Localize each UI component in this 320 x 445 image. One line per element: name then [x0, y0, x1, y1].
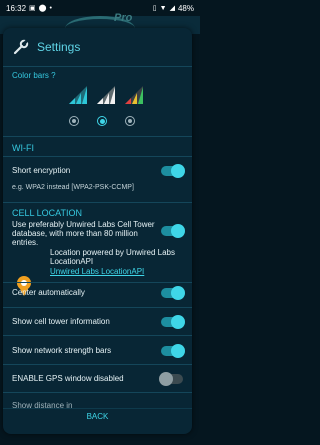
- color-bars-label: Color bars ?: [12, 71, 56, 80]
- gps-window-toggle[interactable]: [159, 372, 183, 386]
- cell-tower-info-toggle[interactable]: [161, 315, 185, 329]
- section-wifi: WI-FI: [12, 143, 34, 153]
- section-cell-location: CELL LOCATION: [12, 208, 83, 218]
- page-title: Settings: [37, 40, 81, 54]
- notification-icon: ⬤: [38, 5, 47, 12]
- encryption-example: e.g. WPA2 instead [WPA2-PSK-CCMP]: [12, 184, 134, 191]
- center-automatically-label: Center automatically: [12, 288, 85, 297]
- color-bars-radio-group: [69, 116, 135, 126]
- settings-dialog: Settings Color bars ? WI-FI Short encryp…: [3, 28, 192, 434]
- status-bar: 16:32 ▣ ⬤ • ▯ ▼ ◢ 48%: [0, 0, 200, 16]
- vibrate-icon: ▯: [152, 5, 157, 12]
- signal-bars-rainbow-icon[interactable]: [123, 84, 145, 106]
- battery-percent: 48%: [177, 3, 194, 13]
- signal-icon: ◢: [169, 5, 175, 12]
- short-encryption-label: Short encryption: [12, 166, 71, 175]
- divider: [3, 282, 192, 283]
- clock: 16:32: [6, 3, 27, 13]
- dialog-header: Settings: [3, 28, 192, 66]
- unwired-labs-toggle[interactable]: [161, 224, 185, 238]
- divider: [3, 136, 192, 137]
- center-automatically-toggle[interactable]: [161, 286, 185, 300]
- divider: [3, 408, 192, 409]
- divider: [3, 202, 192, 203]
- more-notifications-icon: •: [49, 4, 52, 12]
- unwired-labs-label: Use preferably Unwired Labs Cell Tower d…: [12, 220, 155, 247]
- network-strength-bars-toggle[interactable]: [161, 344, 185, 358]
- color-bars-options: [67, 84, 145, 106]
- back-button[interactable]: BACK: [3, 412, 192, 421]
- cell-tower-info-label: Show cell tower information: [12, 317, 110, 326]
- divider: [3, 364, 192, 365]
- wifi-icon: ▼: [159, 4, 167, 12]
- divider: [3, 392, 192, 393]
- divider: [3, 335, 192, 336]
- wrench-icon: [13, 39, 29, 55]
- divider: [3, 66, 192, 67]
- short-encryption-toggle[interactable]: [161, 164, 185, 178]
- radio-teal[interactable]: [69, 116, 79, 126]
- radio-rainbow[interactable]: [125, 116, 135, 126]
- divider: [3, 156, 192, 157]
- unwired-labs-link[interactable]: Unwired Labs LocationAPI: [50, 267, 144, 276]
- radio-white[interactable]: [97, 116, 107, 126]
- network-strength-bars-label: Show network strength bars: [12, 346, 112, 355]
- divider: [3, 307, 192, 308]
- signal-bars-white-icon[interactable]: [95, 84, 117, 106]
- notification-icon: ▣: [29, 5, 36, 12]
- pro-logo: Pro: [114, 12, 133, 24]
- signal-bars-teal-icon[interactable]: [67, 84, 89, 106]
- powered-by-text: Location powered by Unwired Labs Locatio…: [50, 248, 175, 266]
